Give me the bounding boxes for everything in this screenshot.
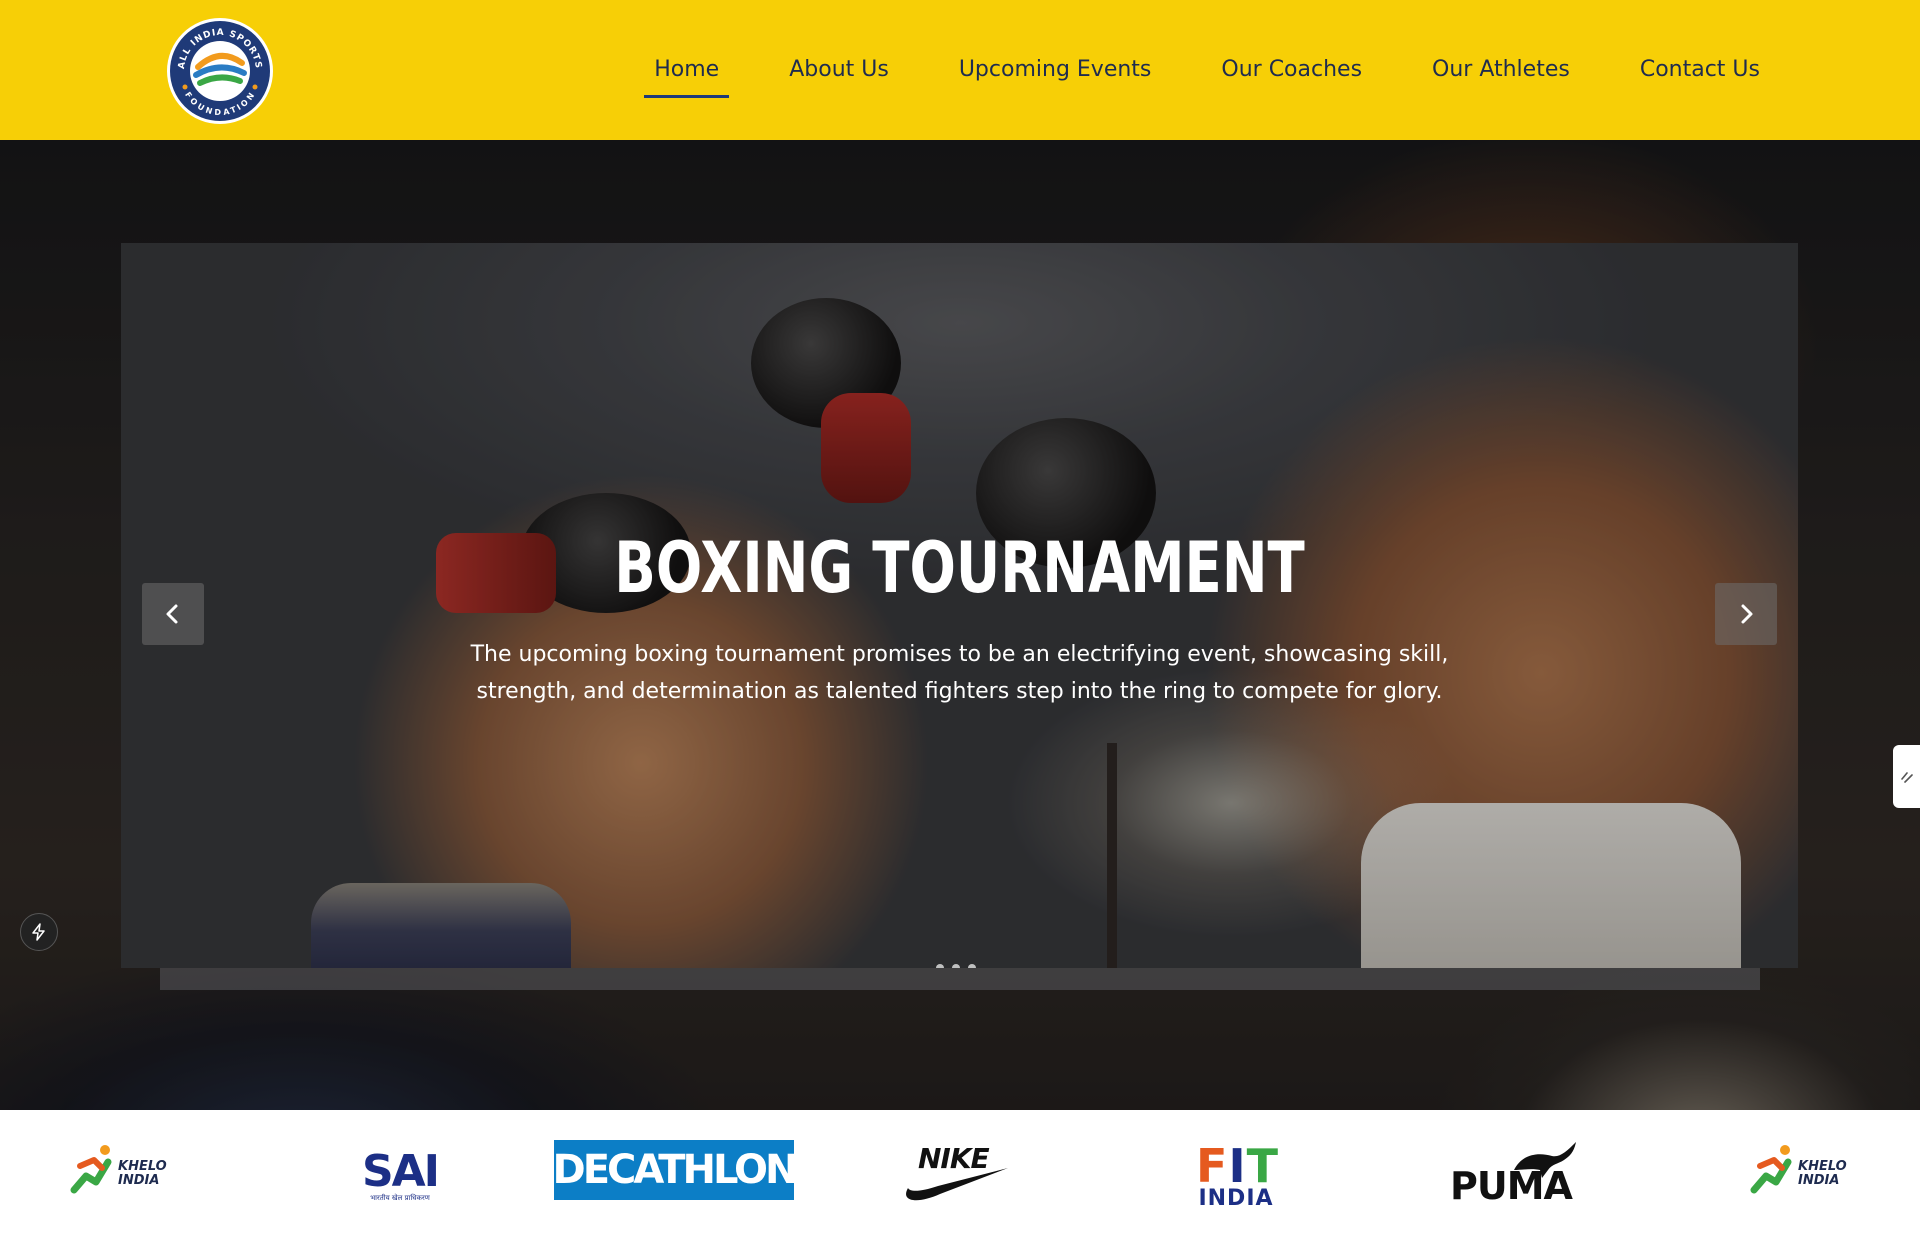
hero-slider: BOXING TOURNAMENT The upcoming boxing to… (121, 243, 1798, 968)
puma-logo[interactable]: PUMA (1450, 1138, 1580, 1208)
decathlon-logo[interactable]: DECATHLON (552, 1140, 799, 1210)
slider-prev-button[interactable] (142, 583, 204, 645)
slider-dot[interactable] (968, 964, 976, 968)
boxer-shorts-image (1361, 803, 1741, 968)
slide-description: The upcoming boxing tournament promises … (470, 642, 1449, 704)
boxing-glove-cuff-image (821, 393, 911, 503)
khelo-line-1: KHELO (1798, 1159, 1847, 1174)
khelo-india-logo[interactable]: KHELO INDIA (68, 1138, 168, 1208)
fit-india-text: INDIA (1198, 1186, 1274, 1211)
decathlon-wordmark: DECATHLON (552, 1140, 799, 1200)
slider-pagination (936, 964, 976, 968)
quick-action-button[interactable] (20, 913, 58, 951)
runner-icon (1750, 1145, 1792, 1194)
stadium-light-pole (1107, 743, 1117, 968)
nav-contact-us[interactable]: Contact Us (1630, 50, 1770, 90)
fit-india-logo[interactable]: FIT INDIA (1196, 1138, 1279, 1211)
main-nav: Home About Us Upcoming Events Our Coache… (644, 0, 1770, 140)
fit-wordmark: FIT (1196, 1139, 1279, 1193)
slider-dot[interactable] (936, 964, 944, 968)
link-icon (1900, 771, 1913, 783)
khelo-india-logo[interactable]: KHELO INDIA (1748, 1138, 1848, 1208)
nike-logo[interactable]: NIKE (900, 1138, 1010, 1208)
slide-title: BOXING TOURNAMENT (614, 527, 1305, 609)
slider-next-button[interactable] (1715, 583, 1777, 645)
boxing-glove-image (751, 298, 901, 428)
swoosh-icon (906, 1168, 1008, 1201)
khelo-line-2: INDIA (118, 1173, 160, 1188)
khelo-line-2: INDIA (1798, 1173, 1840, 1188)
sai-name: SAI (361, 1146, 440, 1197)
partner-logos-strip: KHELO INDIA SAI भारतीय खेल प्राधिकरण DEC… (0, 1110, 1920, 1257)
nav-home[interactable]: Home (644, 50, 730, 98)
chevron-left-icon (166, 604, 178, 624)
lightning-icon (32, 923, 45, 941)
sai-logo[interactable]: SAI भारतीय खेल प्राधिकरण (360, 1138, 440, 1208)
site-header: ALL INDIA SPORTS FOUNDATION Home About U… (0, 0, 1920, 140)
khelo-line-1: KHELO (118, 1159, 167, 1174)
slider-dot[interactable] (952, 964, 960, 968)
puma-wordmark: PUMA (1450, 1164, 1573, 1208)
slide-caption: BOXING TOURNAMENT The upcoming boxing to… (121, 528, 1798, 710)
nav-our-athletes[interactable]: Our Athletes (1422, 50, 1580, 90)
boxer-shorts-image (311, 883, 571, 968)
chevron-right-icon (1741, 604, 1753, 624)
side-panel-toggle[interactable] (1893, 745, 1920, 808)
runner-icon (70, 1145, 112, 1194)
slider-shadow-strip (160, 966, 1760, 990)
sai-subtitle: भारतीय खेल प्राधिकरण (370, 1194, 430, 1202)
nav-about-us[interactable]: About Us (779, 50, 899, 90)
nav-upcoming-events[interactable]: Upcoming Events (949, 50, 1162, 90)
foundation-logo[interactable]: ALL INDIA SPORTS FOUNDATION (166, 17, 274, 125)
nav-our-coaches[interactable]: Our Coaches (1211, 50, 1372, 90)
